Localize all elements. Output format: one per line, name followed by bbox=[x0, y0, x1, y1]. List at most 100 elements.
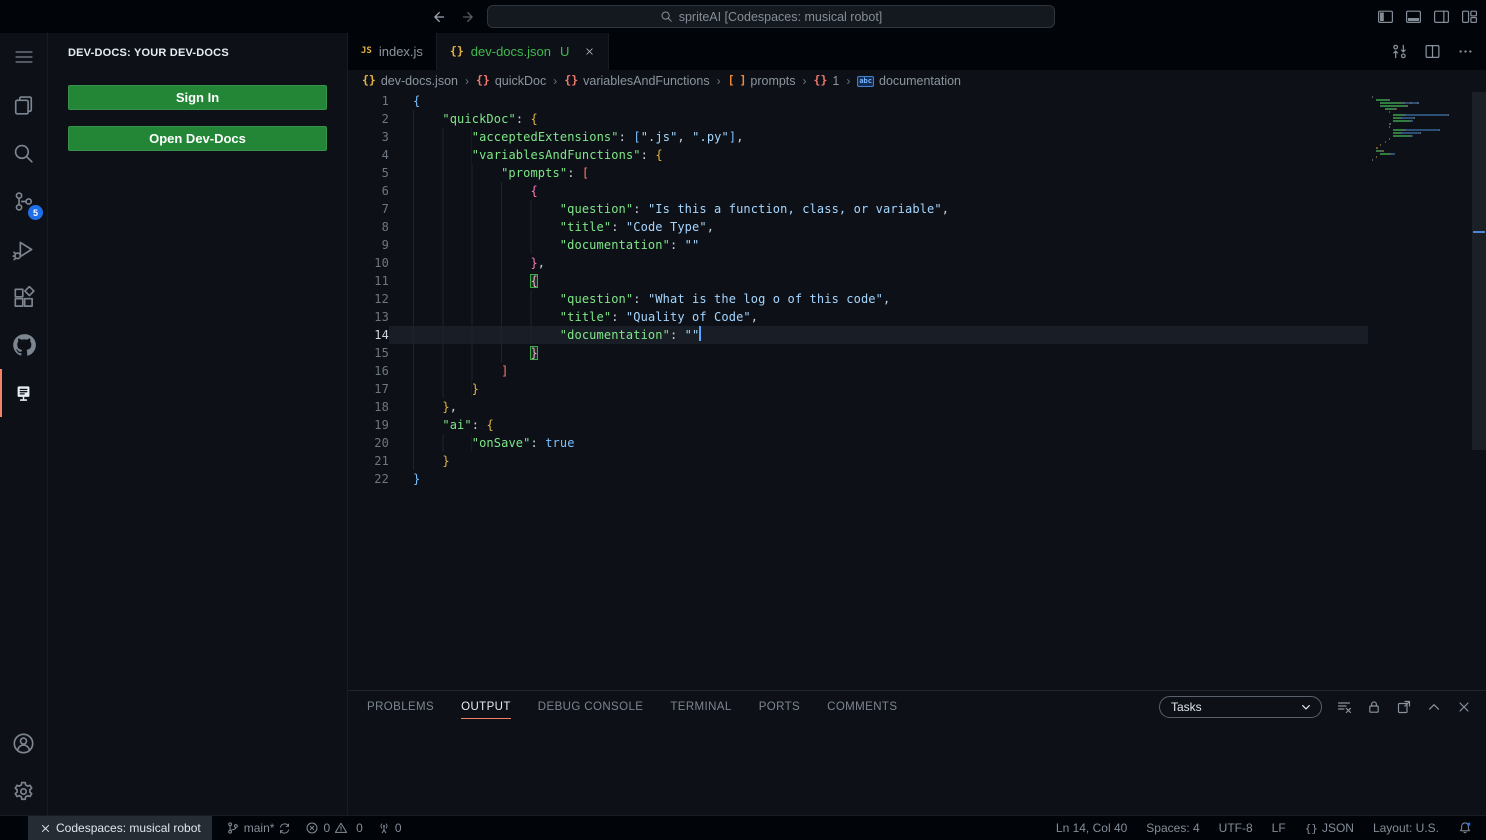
back-arrow-icon[interactable] bbox=[430, 9, 446, 25]
activity-bar-item-menu[interactable] bbox=[0, 33, 47, 81]
code-line-14[interactable]: 14"documentation": "" bbox=[348, 326, 1368, 344]
code-line-21[interactable]: 21} bbox=[348, 452, 1368, 470]
code-line-11[interactable]: 11{ bbox=[348, 272, 1368, 290]
close-icon bbox=[584, 46, 595, 57]
status-notifications[interactable] bbox=[1458, 816, 1472, 840]
code-line-6[interactable]: 6{ bbox=[348, 182, 1368, 200]
command-center-search[interactable]: spriteAI [Codespaces: musical robot] bbox=[487, 5, 1055, 28]
activity-bar-item-dev-docs[interactable] bbox=[0, 369, 47, 417]
line-content: { bbox=[389, 272, 1368, 290]
minimap[interactable] bbox=[1372, 96, 1472, 162]
tab-index.js[interactable]: JSindex.js bbox=[348, 33, 437, 70]
account-icon bbox=[12, 732, 35, 755]
code-line-2[interactable]: 2"quickDoc": { bbox=[348, 110, 1368, 128]
output-channel-value: Tasks bbox=[1171, 700, 1202, 714]
radio-tower-icon bbox=[377, 821, 391, 835]
panel-tab-debug-console[interactable]: DEBUG CONSOLE bbox=[538, 691, 644, 723]
breadcrumb-item-variablesAndFunctions[interactable]: {} variablesAndFunctions bbox=[564, 74, 709, 88]
activity-bar-item-account[interactable] bbox=[0, 719, 47, 767]
activity-bar-item-github[interactable] bbox=[0, 321, 47, 369]
code-line-15[interactable]: 15} bbox=[348, 344, 1368, 362]
close-tab-icon[interactable] bbox=[584, 46, 595, 57]
remote-icon bbox=[39, 822, 52, 835]
customize-layout-icon[interactable] bbox=[1461, 8, 1478, 25]
more-actions-icon[interactable] bbox=[1457, 43, 1474, 60]
code-line-22[interactable]: 22} bbox=[348, 470, 1368, 488]
line-number: 14 bbox=[348, 326, 389, 344]
status-indentation[interactable]: Spaces: 4 bbox=[1146, 816, 1199, 840]
activity-bar-item-search[interactable] bbox=[0, 129, 47, 177]
activity-bar-item-extensions[interactable] bbox=[0, 273, 47, 321]
line-number: 16 bbox=[348, 362, 389, 380]
open-in-editor-icon[interactable] bbox=[1396, 699, 1412, 715]
breadcrumb-label: variablesAndFunctions bbox=[583, 74, 709, 88]
code-line-18[interactable]: 18}, bbox=[348, 398, 1368, 416]
maximize-panel-icon[interactable] bbox=[1426, 699, 1442, 715]
panel-tab-problems[interactable]: PROBLEMS bbox=[367, 691, 434, 723]
code-line-9[interactable]: 9"documentation": "" bbox=[348, 236, 1368, 254]
code-line-3[interactable]: 3"acceptedExtensions": [".js", ".py"], bbox=[348, 128, 1368, 146]
activity-bar-item-run-debug[interactable] bbox=[0, 225, 47, 273]
dev-docs-icon bbox=[13, 383, 34, 404]
breadcrumb-item-prompts[interactable]: [ ]prompts bbox=[728, 74, 796, 88]
output-channel-select[interactable]: Tasks bbox=[1159, 696, 1322, 718]
code-line-13[interactable]: 13"title": "Quality of Code", bbox=[348, 308, 1368, 326]
code-line-4[interactable]: 4"variablesAndFunctions": { bbox=[348, 146, 1368, 164]
code-line-1[interactable]: 1{ bbox=[348, 92, 1368, 110]
status-cursor-position[interactable]: Ln 14, Col 40 bbox=[1056, 816, 1127, 840]
settings-gear-icon bbox=[12, 780, 35, 803]
code-line-12[interactable]: 12"question": "What is the log o of this… bbox=[348, 290, 1368, 308]
layout-controls bbox=[1377, 0, 1478, 33]
open-dev-docs-button[interactable]: Open Dev-Docs bbox=[68, 126, 327, 151]
activity-bar-item-source-control[interactable]: 5 bbox=[0, 177, 47, 225]
status-keyboard-layout[interactable]: Layout: U.S. bbox=[1373, 816, 1439, 840]
status-encoding[interactable]: UTF-8 bbox=[1219, 816, 1253, 840]
activity-bar-item-explorer[interactable] bbox=[0, 81, 47, 129]
activity-bar-item-settings-gear[interactable] bbox=[0, 767, 47, 815]
panel-tab-terminal[interactable]: TERMINAL bbox=[670, 691, 731, 723]
scrollbar-slider[interactable] bbox=[1472, 92, 1486, 450]
code-line-10[interactable]: 10}, bbox=[348, 254, 1368, 272]
code-line-19[interactable]: 19"ai": { bbox=[348, 416, 1368, 434]
sign-in-button[interactable]: Sign In bbox=[68, 85, 327, 110]
code-line-5[interactable]: 5"prompts": [ bbox=[348, 164, 1368, 182]
breadcrumb-item-documentation[interactable]: abcdocumentation bbox=[857, 74, 961, 88]
line-content: } bbox=[389, 470, 1368, 488]
panel-tab-comments[interactable]: COMMENTS bbox=[827, 691, 897, 723]
code-line-16[interactable]: 16] bbox=[348, 362, 1368, 380]
editor[interactable]: 1{2"quickDoc": {3"acceptedExtensions": [… bbox=[348, 92, 1486, 690]
tab-dev-docs.json[interactable]: {}dev-docs.jsonU bbox=[437, 33, 609, 70]
forward-arrow-icon[interactable] bbox=[461, 9, 477, 25]
split-editor-icon[interactable] bbox=[1424, 43, 1441, 60]
lock-icon[interactable] bbox=[1366, 699, 1382, 715]
symbol-object-icon: {} bbox=[564, 75, 578, 87]
line-content: "documentation": "" bbox=[389, 326, 1368, 344]
toggle-secondary-sidebar-icon[interactable] bbox=[1433, 8, 1450, 25]
code-line-8[interactable]: 8"title": "Code Type", bbox=[348, 218, 1368, 236]
toggle-panel-icon[interactable] bbox=[1405, 8, 1422, 25]
overview-cursor-marker bbox=[1473, 231, 1485, 233]
source-control-badge: 5 bbox=[28, 205, 43, 220]
close-panel-icon[interactable] bbox=[1456, 699, 1472, 715]
status-remote-indicator[interactable]: Codespaces: musical robot bbox=[28, 816, 212, 840]
code-line-20[interactable]: 20"onSave": true bbox=[348, 434, 1368, 452]
line-number: 9 bbox=[348, 236, 389, 254]
status-language-mode[interactable]: {}JSON bbox=[1305, 816, 1354, 840]
code-line-7[interactable]: 7"question": "Is this a function, class,… bbox=[348, 200, 1368, 218]
clear-output-icon[interactable] bbox=[1336, 699, 1352, 715]
line-number: 11 bbox=[348, 272, 389, 290]
line-content: } bbox=[389, 380, 1368, 398]
toggle-primary-sidebar-icon[interactable] bbox=[1377, 8, 1394, 25]
panel-tab-output[interactable]: OUTPUT bbox=[461, 691, 511, 723]
status-git-branch-status[interactable]: main* bbox=[226, 816, 292, 840]
code-line-17[interactable]: 17} bbox=[348, 380, 1368, 398]
editor-scrollbar[interactable] bbox=[1472, 92, 1486, 690]
status-problems-status[interactable]: 00 bbox=[305, 816, 362, 840]
status-eol[interactable]: LF bbox=[1272, 816, 1286, 840]
breadcrumb-item-quickDoc[interactable]: {}quickDoc bbox=[476, 74, 546, 88]
panel-tab-ports[interactable]: PORTS bbox=[759, 691, 800, 723]
breadcrumb-item-1[interactable]: {}1 bbox=[814, 74, 840, 88]
breadcrumb-item-dev-docs.json[interactable]: {}dev-docs.json bbox=[362, 74, 458, 88]
status-ports-status[interactable]: 0 bbox=[377, 816, 402, 840]
open-changes-icon[interactable] bbox=[1391, 43, 1408, 60]
